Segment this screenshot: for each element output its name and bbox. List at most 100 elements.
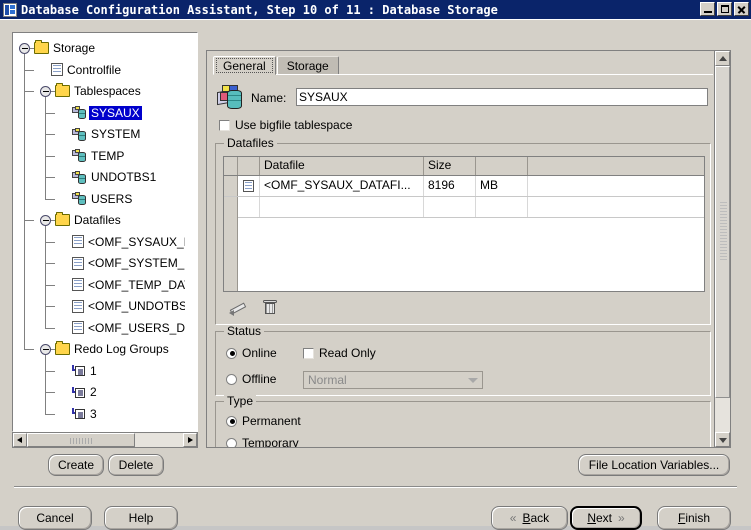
cell-datafile[interactable]: <OMF_SYSAUX_DATAFI... bbox=[260, 176, 424, 196]
delete-button[interactable]: Delete bbox=[108, 454, 164, 476]
tree-item-omf-sysaux-d[interactable]: <OMF_SYSAUX_D bbox=[61, 233, 185, 251]
tabstrip-divider bbox=[213, 74, 713, 75]
storage-tree-panel[interactable]: Storage Controlfile Tablespaces SYSAUX SYSTE… bbox=[12, 32, 198, 432]
help-button-label: Help bbox=[128, 511, 154, 525]
expand-collapse-icon[interactable] bbox=[19, 42, 30, 54]
radio-indicator[interactable] bbox=[226, 437, 237, 447]
radio-indicator[interactable] bbox=[226, 347, 237, 359]
tree-connector bbox=[45, 263, 55, 264]
maximize-button[interactable] bbox=[717, 2, 732, 16]
tab-storage[interactable]: Storage bbox=[276, 56, 339, 75]
row-corner[interactable] bbox=[224, 176, 238, 196]
redolog-icon bbox=[72, 407, 86, 419]
status-offline-radio[interactable]: Offline bbox=[226, 372, 276, 386]
tree-item-label: USERS bbox=[91, 191, 133, 206]
tree-item-2[interactable]: 2 bbox=[61, 383, 99, 401]
tree-item-system[interactable]: SYSTEM bbox=[61, 125, 142, 143]
cell-datafile[interactable] bbox=[260, 197, 424, 217]
left-arrow-icon[interactable] bbox=[13, 433, 27, 447]
datafile-icon bbox=[238, 176, 260, 196]
tree-connector bbox=[45, 284, 55, 286]
tablespace-icon bbox=[72, 149, 87, 162]
right-arrow-icon[interactable] bbox=[183, 433, 197, 447]
tree-item-sysaux[interactable]: SYSAUX bbox=[61, 104, 142, 122]
help-button[interactable]: Help bbox=[104, 506, 178, 530]
expand-collapse-icon[interactable] bbox=[40, 214, 51, 226]
window-controls bbox=[700, 2, 749, 16]
tree-hscroll-thumb[interactable] bbox=[27, 433, 135, 447]
header-size[interactable]: Size bbox=[424, 157, 476, 175]
cell-unit[interactable]: MB bbox=[476, 176, 528, 196]
details-vertical-scrollbar[interactable] bbox=[714, 50, 731, 448]
edit-icon[interactable] bbox=[229, 299, 247, 316]
tree-item-controlfile[interactable]: Controlfile bbox=[40, 61, 123, 79]
bigfile-tablespace-checkbox[interactable]: Use bigfile tablespace bbox=[219, 118, 352, 132]
read-only-checkbox[interactable]: Read Only bbox=[303, 346, 376, 360]
storage-tree[interactable]: Storage Controlfile Tablespaces SYSAUX SYSTE… bbox=[13, 33, 185, 419]
tree-item-label: 1 bbox=[90, 363, 97, 378]
tree-item-storage[interactable]: Storage bbox=[19, 39, 97, 57]
cell-filler bbox=[528, 176, 704, 196]
checkbox-box[interactable] bbox=[303, 347, 314, 359]
tree-item-3[interactable]: 3 bbox=[61, 405, 99, 419]
file-location-variables-button[interactable]: File Location Variables... bbox=[578, 454, 730, 476]
tree-connector bbox=[45, 370, 55, 372]
name-label: Name: bbox=[251, 91, 287, 105]
radio-indicator[interactable] bbox=[226, 415, 237, 427]
tree-item-redo-log-groups[interactable]: Redo Log Groups bbox=[40, 340, 171, 358]
tree-horizontal-scrollbar[interactable] bbox=[12, 432, 198, 448]
datafile-icon bbox=[72, 235, 84, 248]
tree-hscroll-track[interactable] bbox=[27, 433, 183, 447]
next-button[interactable]: Next » bbox=[570, 506, 642, 530]
delete-icon[interactable] bbox=[263, 299, 277, 315]
down-arrow-icon[interactable] bbox=[715, 432, 730, 447]
datafiles-table[interactable]: Datafile Size <OMF_SYSAUX_DATAFI... 8196… bbox=[223, 156, 705, 292]
tree-item-datafiles[interactable]: Datafiles bbox=[40, 211, 123, 229]
expand-collapse-icon[interactable] bbox=[40, 343, 51, 355]
tree-item-omf-system-d[interactable]: <OMF_SYSTEM_D bbox=[61, 254, 185, 272]
name-input[interactable]: SYSAUX bbox=[296, 88, 708, 106]
create-button[interactable]: Create bbox=[48, 454, 104, 476]
offline-mode-select[interactable]: Normal bbox=[303, 371, 483, 389]
tree-item-omf-users-da[interactable]: <OMF_USERS_DA bbox=[61, 319, 185, 337]
header-unit[interactable] bbox=[476, 157, 528, 175]
up-arrow-icon[interactable] bbox=[715, 51, 730, 66]
tree-item-1[interactable]: 1 bbox=[61, 362, 99, 380]
cell-unit[interactable] bbox=[476, 197, 528, 217]
tree-item-omf-temp-dat[interactable]: <OMF_TEMP_DAT bbox=[61, 276, 185, 294]
cell-size[interactable]: 8196 bbox=[424, 176, 476, 196]
minimize-button[interactable] bbox=[700, 2, 715, 16]
type-permanent-radio[interactable]: Permanent bbox=[226, 414, 301, 428]
tree-item-label: Controlfile bbox=[67, 62, 122, 77]
cell-size[interactable] bbox=[424, 197, 476, 217]
finish-button[interactable]: Finish bbox=[657, 506, 731, 530]
radio-indicator[interactable] bbox=[226, 373, 237, 385]
expand-collapse-icon[interactable] bbox=[40, 85, 51, 97]
details-vscroll-thumb[interactable] bbox=[715, 66, 730, 398]
tree-item-tablespaces[interactable]: Tablespaces bbox=[40, 82, 143, 100]
tree-item-temp[interactable]: TEMP bbox=[61, 147, 126, 165]
close-button[interactable] bbox=[734, 2, 749, 16]
tree-item-users[interactable]: USERS bbox=[61, 190, 134, 208]
table-row[interactable]: <OMF_SYSAUX_DATAFI... 8196 MB bbox=[224, 176, 704, 197]
checkbox-box[interactable] bbox=[219, 119, 230, 131]
cancel-button[interactable]: Cancel bbox=[18, 506, 92, 530]
header-datafile[interactable]: Datafile bbox=[260, 157, 424, 175]
tree-item-omf-undotbs1[interactable]: <OMF_UNDOTBS1 bbox=[61, 297, 185, 315]
tab-general[interactable]: General bbox=[213, 56, 276, 75]
bigfile-tablespace-label: Use bigfile tablespace bbox=[235, 118, 353, 132]
back-button[interactable]: « Back bbox=[491, 506, 568, 530]
status-online-radio[interactable]: Online bbox=[226, 346, 277, 360]
chevron-down-icon[interactable] bbox=[468, 378, 478, 383]
datafiles-group-title: Datafiles bbox=[224, 137, 277, 149]
folder-icon bbox=[55, 83, 70, 97]
tree-item-undotbs1[interactable]: UNDOTBS1 bbox=[61, 168, 158, 186]
tree-item-label: UNDOTBS1 bbox=[91, 170, 157, 184]
type-temporary-radio[interactable]: Temporary bbox=[226, 436, 299, 447]
table-row[interactable] bbox=[224, 197, 704, 218]
datafile-icon bbox=[72, 299, 84, 313]
